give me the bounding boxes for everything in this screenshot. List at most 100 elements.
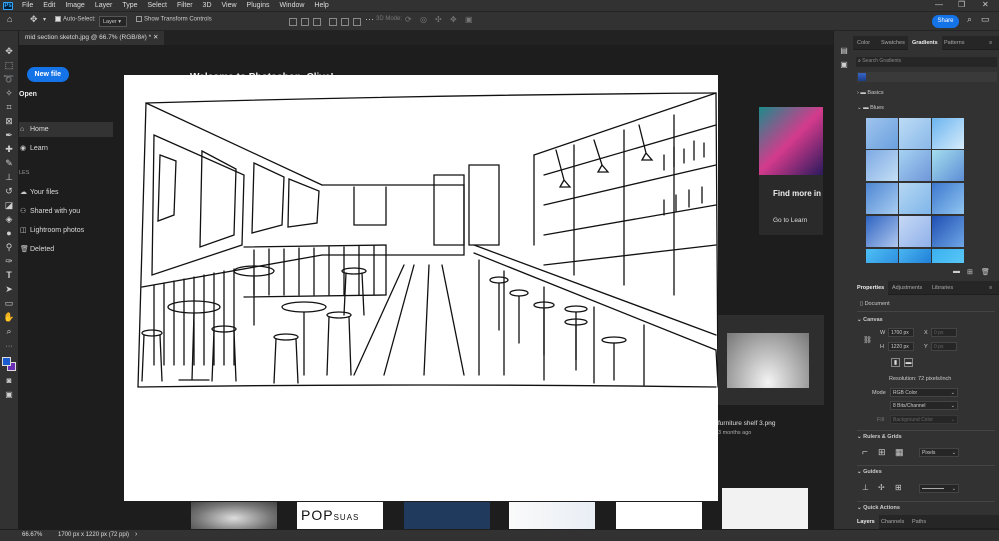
zoom-tool-icon[interactable]: ⌕	[3, 325, 15, 337]
units-dropdown[interactable]: Pixels ⌄	[919, 448, 959, 457]
close-tab-icon[interactable]: ✕	[153, 34, 158, 41]
home-icon[interactable]: ⌂	[7, 14, 12, 24]
landscape-orientation-icon[interactable]: ▬	[904, 358, 913, 367]
canvas-section-header[interactable]: ⌄ Canvas	[857, 317, 883, 323]
healing-brush-tool-icon[interactable]: ✚	[3, 143, 15, 155]
nav-lightroom-photos[interactable]: ◫ Lightroom photos	[19, 223, 113, 238]
align-right-icon[interactable]	[313, 18, 321, 26]
gradient-swatch[interactable]	[866, 216, 898, 247]
menu-view[interactable]: View	[217, 2, 242, 9]
eyedropper-tool-icon[interactable]: ✒	[3, 129, 15, 141]
rulers-grids-header[interactable]: ⌄ Rulers & Grids	[857, 434, 902, 440]
thumbnail-floorplan[interactable]	[722, 488, 808, 529]
bit-depth-dropdown[interactable]: 8 Bits/Channel ⌄	[890, 401, 958, 410]
lock-guides-icon[interactable]: ⊥	[862, 483, 869, 492]
guides-header[interactable]: ⌄ Guides	[857, 469, 882, 475]
color-mode-dropdown[interactable]: RGB Color ⌄	[890, 388, 958, 397]
menu-select[interactable]: Select	[143, 2, 172, 9]
minimize-icon[interactable]: —	[935, 0, 943, 9]
document-size[interactable]: 1700 px x 1220 px (72 ppi)	[58, 532, 129, 538]
3d-drag-icon[interactable]: ✣	[435, 15, 442, 24]
tab-swatches[interactable]: Swatches	[877, 36, 909, 50]
quick-mask-icon[interactable]: ◙	[3, 375, 15, 387]
gradient-swatch[interactable]	[866, 150, 898, 181]
guide-style-dropdown[interactable]: ⌄	[919, 484, 959, 493]
height-input[interactable]: 1220 px	[888, 342, 914, 351]
group-blues[interactable]: ⌄ ▬ Blues	[857, 105, 884, 111]
thumbnail-furniture[interactable]	[191, 502, 277, 529]
maximize-icon[interactable]: ❐	[958, 0, 965, 9]
gradient-swatch[interactable]	[866, 249, 898, 263]
eraser-tool-icon[interactable]: ◪	[3, 199, 15, 211]
crop-tool-icon[interactable]: ⌗	[3, 101, 15, 113]
menu-type[interactable]: Type	[117, 2, 142, 9]
search-gradients-input[interactable]: ⌕ Search Gradients	[856, 57, 997, 67]
thumbnail-popsuas[interactable]: POPSUAS	[297, 502, 383, 529]
align-center-icon[interactable]	[301, 18, 309, 26]
3d-orbit-icon[interactable]: ⟳	[405, 15, 412, 24]
hand-tool-icon[interactable]: ✋	[3, 311, 15, 323]
show-guides-icon[interactable]: ✢	[878, 483, 885, 492]
grid-icon[interactable]: ⊞	[878, 447, 886, 458]
blur-tool-icon[interactable]: ●	[3, 227, 15, 239]
tab-properties[interactable]: Properties	[853, 281, 889, 295]
panel-menu-icon[interactable]: ≡	[985, 36, 996, 50]
tab-gradients[interactable]: Gradients	[908, 36, 942, 50]
gradient-swatch[interactable]	[899, 118, 931, 149]
chevron-right-icon[interactable]: ›	[135, 531, 137, 538]
nav-shared-with-you[interactable]: ⚇ Shared with you	[19, 204, 113, 219]
document-canvas[interactable]	[124, 75, 718, 501]
show-transform-checkbox[interactable]: Show Transform Controls	[136, 16, 212, 23]
gradient-swatch[interactable]	[932, 118, 964, 149]
y-input[interactable]: 0 px	[931, 342, 957, 351]
tab-color[interactable]: Color	[853, 36, 874, 50]
fill-dropdown[interactable]: Background Color ⌄	[890, 415, 958, 424]
align-top-icon[interactable]	[329, 18, 337, 26]
gradient-swatch[interactable]	[899, 216, 931, 247]
gradient-swatch[interactable]	[932, 183, 964, 214]
auto-select-target-dropdown[interactable]: Layer ▾	[99, 16, 127, 27]
gradient-swatch[interactable]	[899, 249, 931, 263]
gradient-swatch[interactable]	[932, 216, 964, 247]
more-options-icon[interactable]: ···	[767, 420, 774, 427]
pen-tool-icon[interactable]: ✑	[3, 255, 15, 267]
more-options-icon[interactable]: ···	[365, 14, 374, 24]
rulers-icon[interactable]: ⌐	[862, 447, 868, 458]
history-panel-icon[interactable]: ▤	[838, 45, 850, 57]
path-selection-tool-icon[interactable]: ➤	[3, 283, 15, 295]
paint-bucket-tool-icon[interactable]: ◈	[3, 213, 15, 225]
tab-patterns[interactable]: Patterns	[940, 36, 968, 50]
document-tab[interactable]: mid section sketch.jpg @ 66.7% (RGB/8#) …	[19, 31, 165, 45]
gradient-swatch[interactable]	[899, 183, 931, 214]
align-bottom-icon[interactable]	[353, 18, 361, 26]
gradient-swatch[interactable]	[866, 183, 898, 214]
learn-card-image[interactable]	[759, 107, 823, 175]
tab-libraries[interactable]: Libraries	[928, 281, 957, 295]
menu-window[interactable]: Window	[275, 2, 310, 9]
delete-icon[interactable]: 🗑	[981, 268, 990, 276]
frame-tool-icon[interactable]: ⊠	[3, 115, 15, 127]
gradient-swatch[interactable]	[899, 150, 931, 181]
panel-menu-icon[interactable]: ≡	[985, 281, 996, 295]
search-icon[interactable]: ⌕	[967, 14, 972, 25]
comments-panel-icon[interactable]: ▣	[838, 59, 850, 71]
menu-filter[interactable]: Filter	[172, 2, 198, 9]
x-input[interactable]: 0 px	[931, 328, 957, 337]
magic-wand-tool-icon[interactable]: ✧	[3, 87, 15, 99]
portrait-orientation-icon[interactable]: ▮	[891, 358, 900, 367]
menu-file[interactable]: File	[17, 2, 38, 9]
history-brush-tool-icon[interactable]: ↺	[3, 185, 15, 197]
clone-stamp-tool-icon[interactable]: ⊥	[3, 171, 15, 183]
recent-gradient-swatch[interactable]	[858, 73, 866, 81]
gradient-swatch[interactable]	[866, 118, 898, 149]
screen-mode-icon[interactable]: ▣	[3, 389, 15, 401]
3d-roll-icon[interactable]: ◎	[420, 15, 427, 24]
move-tool-icon[interactable]: ✥	[3, 45, 15, 57]
width-input[interactable]: 1700 px	[888, 328, 914, 337]
thumbnail-phone[interactable]	[509, 502, 595, 529]
add-guide-icon[interactable]: ⊞	[895, 483, 902, 492]
thumbnail-table[interactable]	[616, 502, 702, 529]
menu-layer[interactable]: Layer	[90, 2, 118, 9]
3d-slide-icon[interactable]: ✥	[450, 15, 457, 24]
align-middle-icon[interactable]	[341, 18, 349, 26]
